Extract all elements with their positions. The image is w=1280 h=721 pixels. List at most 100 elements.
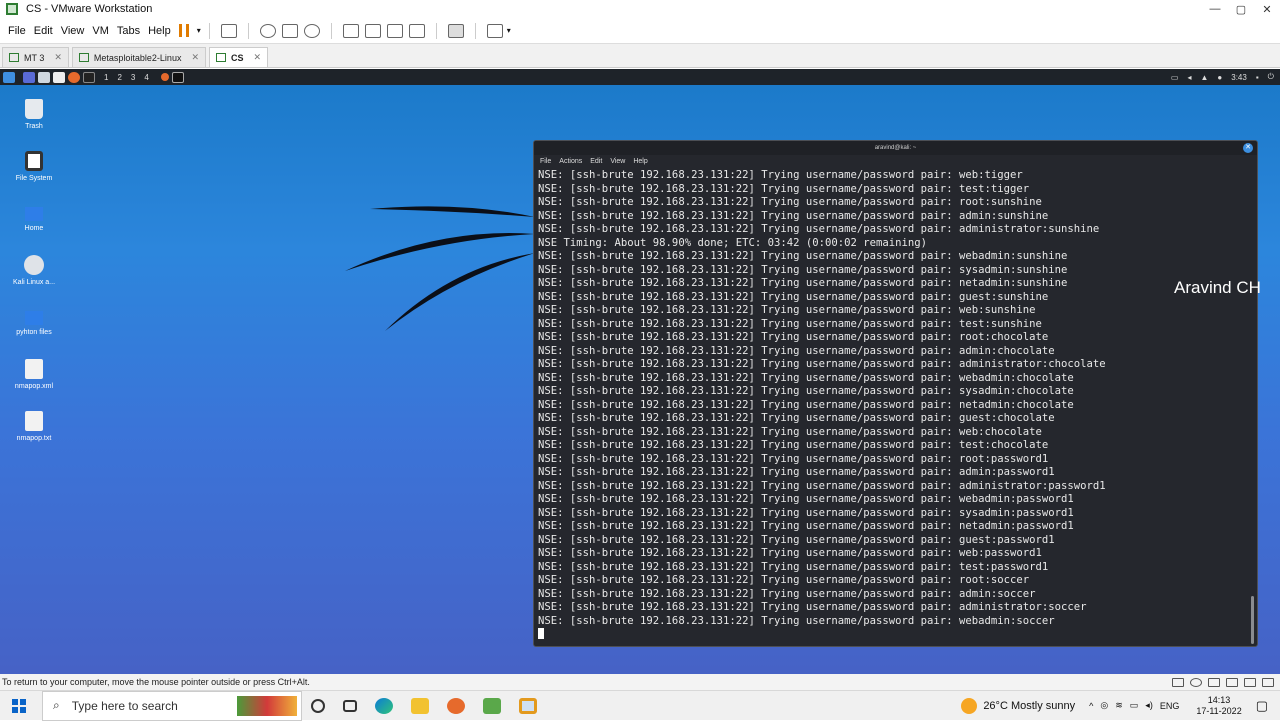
snapshot-icon[interactable] [259, 23, 276, 38]
terminal-menu-actions[interactable]: Actions [559, 158, 582, 165]
chevron-down-icon[interactable]: ▾ [507, 26, 511, 35]
battery-icon[interactable]: ▭ [1130, 700, 1139, 711]
windows-start-icon[interactable] [12, 698, 26, 713]
desktop-icon-nmapop-txt[interactable]: nmapop.txt [6, 411, 62, 442]
network-adapter-icon[interactable] [1208, 677, 1220, 687]
taskbar-firefox-icon[interactable] [160, 73, 169, 81]
terminal-window[interactable]: aravind@kali: ~ ✕ File Actions Edit View… [533, 140, 1258, 647]
terminal-menu-view[interactable]: View [610, 158, 625, 165]
notification-center-icon[interactable]: ▢ [1256, 698, 1268, 714]
library-icon[interactable] [342, 23, 359, 38]
language-indicator[interactable]: ENG [1160, 701, 1180, 711]
weather-widget[interactable]: 26°C Mostly sunny [961, 697, 1075, 714]
terminal-output[interactable]: NSE: [ssh-brute 192.168.23.131:22] Tryin… [534, 168, 1257, 643]
terminal-menu-edit[interactable]: Edit [590, 158, 602, 165]
close-tab-icon[interactable]: ✕ [191, 52, 199, 63]
terminal-prompt-line[interactable] [538, 628, 1253, 643]
revert-snapshot-icon[interactable] [281, 23, 298, 38]
taskbar-clock[interactable]: 14:13 17-11-2022 [1196, 695, 1241, 717]
tab-mt3[interactable]: MT 3 ✕ [2, 47, 69, 67]
close-icon[interactable]: ✕ [1254, 3, 1280, 16]
send-ctrl-alt-del-icon[interactable] [220, 23, 237, 38]
workspace-3[interactable]: 3 [131, 73, 135, 82]
cortana-icon[interactable] [311, 698, 325, 713]
kali-menu-icon[interactable] [3, 71, 15, 83]
desktop-icon-filesystem[interactable]: File System [6, 151, 62, 182]
terminal-titlebar[interactable]: aravind@kali: ~ ✕ [534, 141, 1257, 155]
fullscreen-icon[interactable] [386, 23, 403, 38]
cd-drive-icon[interactable] [1190, 677, 1202, 687]
hard-disk-icon[interactable] [1172, 677, 1184, 687]
vmware-taskbar-icon[interactable] [519, 697, 537, 714]
menu-vm[interactable]: VM [92, 25, 109, 37]
terminal-line: NSE: [ssh-brute 192.168.23.131:22] Tryin… [538, 506, 1074, 519]
terminal-menu-file[interactable]: File [540, 158, 551, 165]
vmware-titlebar: CS - VMware Workstation — ▢ ✕ [0, 0, 1280, 18]
firefox-icon[interactable] [68, 71, 80, 83]
terminal-icon[interactable] [83, 71, 95, 83]
menu-tabs[interactable]: Tabs [117, 25, 140, 37]
terminal-line: NSE: [ssh-brute 192.168.23.131:22] Tryin… [538, 182, 1030, 195]
chevron-up-icon[interactable]: ^ [1089, 701, 1093, 711]
show-desktop-icon[interactable] [23, 71, 35, 83]
close-icon[interactable]: ✕ [1243, 143, 1253, 153]
display-settings-icon[interactable] [1262, 677, 1274, 687]
desktop-icon-trash[interactable]: Trash [6, 99, 62, 130]
firefox-icon[interactable] [447, 697, 465, 714]
network-icon[interactable]: ≋ [1115, 700, 1123, 711]
workspace-4[interactable]: 4 [144, 73, 148, 82]
task-view-icon[interactable] [343, 699, 357, 712]
stretch-guest-icon[interactable] [486, 23, 503, 38]
close-tab-icon[interactable]: ✕ [254, 52, 262, 63]
edge-icon[interactable] [375, 697, 393, 714]
sound-card-icon[interactable] [1244, 677, 1256, 687]
windows-taskbar: ⌕ Type here to search 26°C Mostly sunny … [0, 690, 1280, 721]
desktop-icon-python-files[interactable]: pyhton files [6, 307, 62, 336]
console-view-icon[interactable] [447, 23, 464, 38]
lock-icon[interactable]: ▪ [1256, 73, 1259, 82]
desktop-icon-kali-disc[interactable]: Kali Linux a... [6, 255, 62, 286]
menu-help[interactable]: Help [148, 25, 171, 37]
sun-icon [961, 697, 978, 714]
thumbnail-bar-icon[interactable] [364, 23, 381, 38]
volume-icon[interactable]: ◂) [1145, 700, 1153, 711]
desktop-icon-nmapop-xml[interactable]: nmapop.xml [6, 359, 62, 390]
text-editor-icon[interactable] [53, 71, 65, 83]
volume-icon[interactable]: ◂ [1187, 73, 1191, 82]
terminal-line: NSE: [ssh-brute 192.168.23.131:22] Tryin… [538, 601, 1087, 613]
menu-view[interactable]: View [61, 25, 85, 37]
file-manager-icon[interactable] [38, 71, 50, 83]
paint-icon[interactable] [483, 697, 501, 714]
menu-file[interactable]: File [8, 25, 26, 37]
desktop-icon-label: File System [15, 175, 53, 182]
file-explorer-icon[interactable] [411, 697, 429, 714]
unity-icon[interactable] [408, 23, 425, 38]
menu-edit[interactable]: Edit [34, 25, 53, 37]
terminal-scrollbar[interactable] [1251, 596, 1254, 644]
display-icon[interactable]: ▭ [1171, 73, 1179, 82]
taskbar-search-input[interactable]: ⌕ Type here to search [42, 690, 302, 721]
workspace-1[interactable]: 1 [104, 73, 108, 82]
taskbar-terminal-icon[interactable] [171, 71, 184, 83]
tab-cs[interactable]: CS ✕ [209, 47, 269, 67]
power-icon[interactable]: ● [1217, 73, 1222, 82]
minimize-icon[interactable]: — [1202, 3, 1228, 16]
drive-icon [25, 151, 43, 171]
vm-display[interactable]: 1 2 3 4 ▭ ◂ ▲ ● 3:43 ▪ ⏻ Trash File Syst… [0, 69, 1280, 674]
usb-icon[interactable] [1226, 677, 1238, 687]
terminal-menu-help[interactable]: Help [633, 158, 647, 165]
location-icon[interactable]: ◎ [1100, 700, 1108, 711]
disc-icon [24, 255, 44, 275]
desktop-icon-home[interactable]: Home [6, 203, 62, 232]
chevron-down-icon[interactable]: ▾ [197, 26, 201, 35]
snapshot-manager-icon[interactable] [303, 23, 320, 38]
logout-icon[interactable]: ⏻ [1268, 72, 1274, 82]
notification-icon[interactable]: ▲ [1200, 73, 1208, 82]
maximize-icon[interactable]: ▢ [1228, 3, 1254, 16]
close-tab-icon[interactable]: ✕ [54, 52, 62, 63]
pause-icon[interactable] [178, 24, 189, 37]
workspace-2[interactable]: 2 [117, 73, 121, 82]
terminal-line: NSE: [ssh-brute 192.168.23.131:22] Tryin… [538, 533, 1055, 546]
window-title: CS - VMware Workstation [26, 3, 153, 15]
tab-metasploitable2[interactable]: Metasploitable2-Linux ✕ [71, 47, 206, 67]
